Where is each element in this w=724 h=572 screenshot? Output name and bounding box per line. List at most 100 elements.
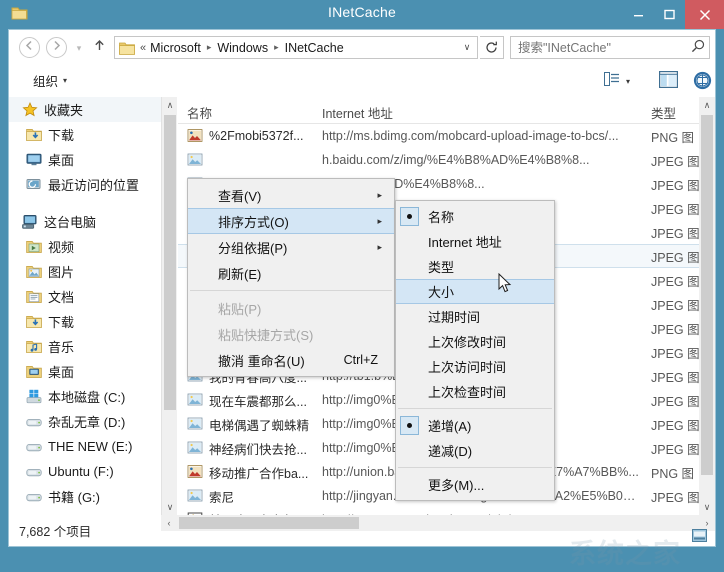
nav-item-label: THE NEW (E:) — [48, 439, 133, 454]
scrollbar-thumb[interactable] — [179, 517, 359, 529]
table-row[interactable]: %2Fmobi5372f...http://ms.bdimg.com/mobca… — [178, 124, 699, 148]
sort-menu-item[interactable]: 类型 — [396, 254, 554, 279]
nav-item[interactable]: 最近访问的位置 — [9, 172, 161, 197]
explorer-window: INetCache ▾ — [0, 0, 724, 553]
sort-menu-item[interactable]: 更多(M)... — [396, 472, 554, 497]
context-menu-item: 粘贴(P) — [188, 295, 394, 321]
scroll-up-arrow[interactable]: ∧ — [699, 97, 715, 113]
nav-item[interactable]: 视频 — [9, 234, 161, 259]
scroll-up-arrow[interactable]: ∧ — [162, 97, 178, 113]
sort-menu-item[interactable]: 递增(A) — [396, 413, 554, 438]
sort-by-submenu[interactable]: 名称 Internet 地址类型大小过期时间上次修改时间上次访问时间上次检查时间递… — [395, 200, 555, 501]
file-name-cell: 移动推广合作ba... — [209, 463, 317, 482]
context-menu[interactable]: 查看(V)▸排序方式(O)▸分组依据(P)▸刷新(E) 粘贴(P)粘贴快捷方式(S… — [187, 178, 395, 377]
sort-menu-item[interactable]: 上次检查时间 — [396, 379, 554, 404]
nav-item[interactable]: 杂乱无章 (D:) — [9, 409, 161, 434]
breadcrumb-microsoft[interactable]: Microsoft — [150, 41, 201, 55]
search-box[interactable] — [510, 36, 710, 59]
nav-item[interactable]: Ubuntu (F:) — [9, 459, 161, 484]
file-type-cell: JPEG 图 — [651, 415, 699, 434]
context-menu-item[interactable]: 排序方式(O)▸ — [188, 208, 394, 234]
address-bar[interactable]: « Microsoft ▸ Windows ▸ INetCache ∨ — [114, 36, 478, 59]
pictures-folder-icon — [25, 264, 42, 279]
nav-item[interactable]: 图片 — [9, 259, 161, 284]
table-row[interactable]: (.js,_.js,a.js,b.js,...http://cnc.qzones… — [178, 508, 699, 515]
nav-group-this-pc[interactable]: 这台电脑 — [9, 209, 161, 234]
file-name-cell: %2Fmobi5372f... — [209, 129, 317, 143]
context-menu-item[interactable]: 撤消 重命名(U)Ctrl+Z — [188, 347, 394, 373]
sort-menu-item-label: 类型 — [428, 257, 454, 276]
horizontal-scrollbar[interactable]: ‹ › — [161, 515, 715, 531]
close-button[interactable] — [685, 0, 724, 29]
context-menu-item[interactable]: 分组依据(P)▸ — [188, 234, 394, 260]
nav-item[interactable]: 本地磁盘 (C:) — [9, 384, 161, 409]
context-menu-item: 粘贴快捷方式(S) — [188, 321, 394, 347]
nav-item[interactable]: THE NEW (E:) — [9, 434, 161, 459]
nav-group-favorites[interactable]: 收藏夹 — [9, 97, 161, 122]
sort-menu-item-label: 过期时间 — [428, 307, 480, 326]
file-type-cell: JPEG 图 — [651, 271, 699, 290]
navigation-pane[interactable]: 收藏夹下载桌面最近访问的位置这台电脑视频图片文档下载音乐桌面本地磁盘 (C:)杂… — [9, 97, 161, 515]
sort-menu-item-label: 更多(M)... — [428, 475, 484, 494]
context-menu-item[interactable]: 查看(V)▸ — [188, 182, 394, 208]
preview-pane-button[interactable] — [659, 71, 678, 93]
scrollbar-thumb[interactable] — [701, 115, 713, 475]
forward-button[interactable] — [46, 37, 67, 58]
view-options-button[interactable]: ▾ — [604, 72, 630, 91]
breadcrumb-inetcache[interactable]: INetCache — [285, 41, 344, 55]
refresh-button[interactable] — [480, 36, 504, 59]
breadcrumb-separator[interactable]: ▸ — [201, 42, 218, 53]
search-input[interactable] — [511, 41, 687, 55]
sort-menu-item-label: 名称 — [428, 207, 454, 226]
tree-group-gap — [9, 197, 161, 209]
sort-menu-item[interactable]: 大小 — [396, 279, 554, 304]
breadcrumb-windows[interactable]: Windows — [217, 41, 268, 55]
scroll-left-arrow[interactable]: ‹ — [161, 515, 177, 531]
scroll-down-arrow[interactable]: ∨ — [162, 499, 178, 515]
column-header-internet-address[interactable]: Internet 地址 — [322, 103, 393, 122]
command-bar: 组织 ▾ ▾ — [9, 65, 715, 97]
nav-item[interactable]: 下载 — [9, 122, 161, 147]
sort-menu-item[interactable]: Internet 地址 — [396, 229, 554, 254]
column-header-name[interactable]: 名称 — [187, 103, 212, 122]
nav-item[interactable]: 下载 — [9, 309, 161, 334]
up-button[interactable] — [91, 39, 107, 56]
sort-menu-item[interactable]: 过期时间 — [396, 304, 554, 329]
sort-menu-item[interactable]: 名称 — [396, 204, 554, 229]
path-overflow-chevrons[interactable]: « — [138, 42, 150, 54]
organize-label: 组织 — [33, 71, 58, 90]
minimize-button[interactable] — [623, 0, 654, 29]
breadcrumb-separator[interactable]: ▸ — [268, 42, 285, 53]
sort-menu-item[interactable]: 上次访问时间 — [396, 354, 554, 379]
nav-item[interactable]: 书籍 (G:) — [9, 484, 161, 509]
file-list-scrollbar[interactable]: ∧ ∨ — [699, 97, 715, 515]
file-name-cell: 现在车震都那么... — [209, 391, 317, 410]
window-title: INetCache — [0, 4, 724, 20]
sort-menu-item[interactable]: 上次修改时间 — [396, 329, 554, 354]
nav-item[interactable]: 文档 — [9, 284, 161, 309]
column-header-type[interactable]: 类型 — [651, 103, 676, 122]
organize-button[interactable]: 组织 ▾ — [33, 71, 67, 90]
maximize-button[interactable] — [654, 0, 685, 29]
context-menu-item[interactable]: 刷新(E) — [188, 260, 394, 286]
desktop-folder-icon — [25, 364, 42, 379]
back-button[interactable] — [19, 37, 40, 58]
nav-item-label: 视频 — [48, 237, 74, 256]
nav-item[interactable]: 桌面 — [9, 147, 161, 172]
radio-checked-icon — [400, 207, 419, 226]
table-row[interactable]: h.baidu.com/z/img/%E4%B8%AD%E4%B8%8...JP… — [178, 148, 699, 172]
nav-item[interactable]: 桌面 — [9, 359, 161, 384]
drive-icon — [25, 439, 42, 454]
sort-menu-item-label: 上次访问时间 — [428, 357, 506, 376]
chevron-down-icon[interactable]: ∨ — [457, 37, 477, 58]
scroll-down-arrow[interactable]: ∨ — [699, 499, 715, 515]
recent-locations-button[interactable]: ▾ — [73, 42, 85, 54]
star-icon — [21, 102, 38, 117]
scrollbar-thumb[interactable] — [164, 115, 176, 410]
navpane-scrollbar[interactable]: ∧ ∨ — [161, 97, 177, 515]
nav-item[interactable]: 音乐 — [9, 334, 161, 359]
help-icon[interactable] — [693, 71, 712, 95]
file-type-cell: JPEG 图 — [651, 247, 699, 266]
sort-menu-item[interactable]: 递减(D) — [396, 438, 554, 463]
search-icon[interactable] — [687, 39, 709, 56]
